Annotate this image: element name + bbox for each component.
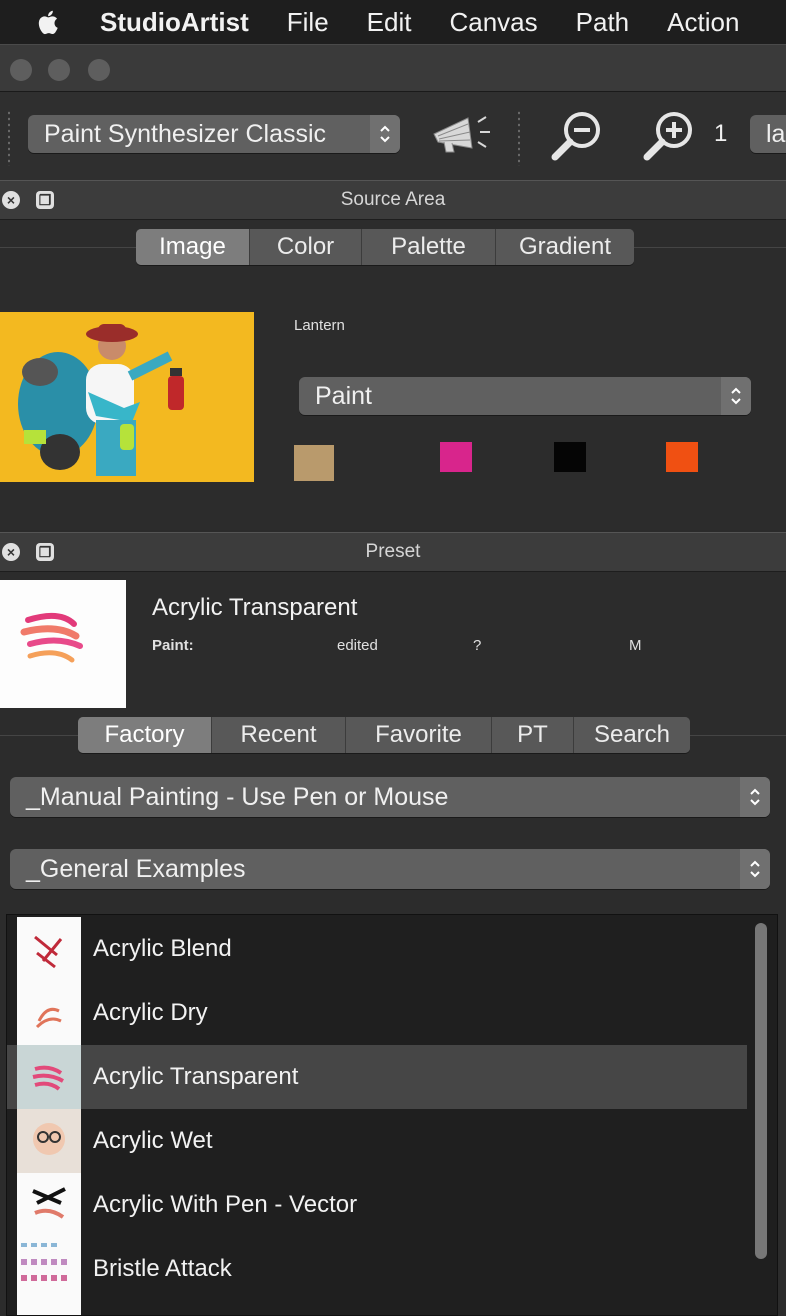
mode-select[interactable]: Paint Synthesizer Classic	[28, 115, 400, 153]
list-item[interactable]: Acrylic Dry	[7, 981, 747, 1045]
source-area-title: Source Area	[340, 189, 446, 210]
paint-select-value: Paint	[315, 381, 372, 410]
layer-select[interactable]: la	[750, 115, 786, 153]
preset-item-thumbnail	[17, 1301, 81, 1315]
updown-chevron-icon	[740, 777, 770, 817]
updown-chevron-icon	[740, 849, 770, 889]
list-item-label: Acrylic Wet	[93, 1127, 213, 1154]
close-icon[interactable]: ×	[2, 191, 20, 209]
menu-file[interactable]: File	[287, 7, 329, 38]
close-icon[interactable]: ×	[2, 543, 20, 561]
tab-favorite[interactable]: Favorite	[346, 717, 492, 753]
tab-divider-left	[0, 247, 136, 248]
close-window-button[interactable]	[10, 59, 32, 81]
list-item[interactable]: Acrylic Blend	[7, 917, 747, 981]
source-area-header: × ❐ Source Area	[0, 180, 786, 220]
list-item[interactable]: Bristle Attack	[7, 1237, 747, 1301]
menu-edit[interactable]: Edit	[367, 7, 412, 38]
preset-list: Acrylic Blend Acrylic Dry Acrylic Transp…	[6, 914, 778, 1316]
list-item[interactable]: Acrylic With Pen - Vector	[7, 1173, 747, 1237]
tab-palette[interactable]: Palette	[362, 229, 496, 265]
tab-divider-right	[690, 735, 786, 736]
list-item-label: Acrylic Blend	[93, 935, 232, 962]
mode-select-value: Paint Synthesizer Classic	[44, 119, 327, 148]
preset-help[interactable]: ?	[473, 637, 481, 654]
color-swatch-orange[interactable]	[666, 442, 698, 472]
source-tabs: Image Color Palette Gradient	[136, 229, 634, 265]
preset-item-thumbnail	[17, 917, 81, 981]
menu-canvas[interactable]: Canvas	[449, 7, 537, 38]
preset-info-label: Paint:	[152, 637, 194, 654]
app-menu[interactable]: StudioArtist	[100, 7, 249, 38]
paint-select[interactable]: Paint	[299, 377, 751, 415]
preset-item-thumbnail	[17, 981, 81, 1045]
toolbar-separator	[518, 110, 520, 166]
preset-thumbnail	[0, 580, 126, 708]
tab-divider-right	[634, 247, 786, 248]
preset-edited-status: edited	[337, 637, 378, 654]
menu-path[interactable]: Path	[576, 7, 630, 38]
source-image-name: Lantern	[294, 317, 345, 334]
list-item[interactable]: Acrylic Wet	[7, 1109, 747, 1173]
detach-icon[interactable]: ❐	[36, 191, 54, 209]
tab-pt[interactable]: PT	[492, 717, 574, 753]
updown-chevron-icon	[721, 377, 751, 415]
category-select-value: _Manual Painting - Use Pen or Mouse	[26, 782, 449, 811]
tab-recent[interactable]: Recent	[212, 717, 346, 753]
preset-item-thumbnail	[17, 1173, 81, 1237]
tab-search[interactable]: Search	[574, 717, 690, 753]
preset-mode: M	[629, 637, 642, 654]
tab-factory[interactable]: Factory	[78, 717, 212, 753]
preset-tabs: Factory Recent Favorite PT Search	[78, 717, 690, 753]
list-item-label: Bristle Attack	[93, 1255, 232, 1282]
list-scrollbar[interactable]	[755, 923, 767, 1259]
color-swatch-black[interactable]	[554, 442, 586, 472]
window-titlebar	[0, 44, 786, 92]
toolbar-grip	[8, 110, 10, 166]
group-select-value: _General Examples	[26, 854, 246, 883]
minimize-window-button[interactable]	[48, 59, 70, 81]
zoom-out-icon[interactable]	[550, 108, 604, 162]
preset-title: Preset	[365, 541, 421, 562]
color-swatch-tan[interactable]	[294, 445, 334, 481]
tab-divider-left	[0, 735, 78, 736]
list-item-label: Acrylic With Pen - Vector	[93, 1191, 358, 1218]
source-image-thumbnail[interactable]	[0, 312, 254, 482]
layer-select-value: la	[766, 119, 786, 148]
tab-color[interactable]: Color	[250, 229, 362, 265]
list-item-label: Acrylic Dry	[93, 999, 208, 1026]
menu-action[interactable]: Action	[667, 7, 739, 38]
apple-icon[interactable]	[34, 7, 64, 37]
megaphone-icon[interactable]	[430, 112, 494, 156]
preset-item-thumbnail	[17, 1109, 81, 1173]
detach-icon[interactable]: ❐	[36, 543, 54, 561]
preset-item-thumbnail	[17, 1237, 81, 1301]
preset-item-thumbnail	[17, 1045, 81, 1109]
updown-chevron-icon	[370, 115, 400, 153]
preset-header: × ❐ Preset	[0, 532, 786, 572]
category-select[interactable]: _Manual Painting - Use Pen or Mouse	[10, 777, 770, 817]
list-item-label: Acrylic Transparent	[93, 1063, 299, 1090]
tab-gradient[interactable]: Gradient	[496, 229, 634, 265]
zoom-level: 1	[714, 120, 728, 147]
menu-bar: StudioArtist File Edit Canvas Path Actio…	[0, 0, 786, 44]
group-select[interactable]: _General Examples	[10, 849, 770, 889]
preset-name: Acrylic Transparent	[152, 594, 358, 621]
color-swatch-magenta[interactable]	[440, 442, 472, 472]
zoom-window-button[interactable]	[88, 59, 110, 81]
list-item[interactable]	[7, 1301, 747, 1315]
zoom-in-icon[interactable]	[642, 108, 696, 162]
list-item[interactable]: Acrylic Transparent	[7, 1045, 747, 1109]
tab-image[interactable]: Image	[136, 229, 250, 265]
